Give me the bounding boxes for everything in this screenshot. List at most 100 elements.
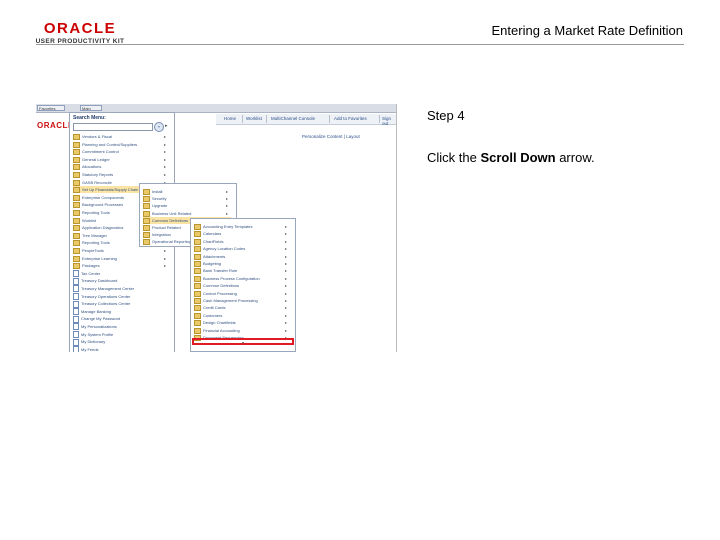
menu-item[interactable]: Statutory Reports — [73, 171, 169, 178]
menu-item-label: Business Unit Related — [152, 210, 192, 216]
menu-item[interactable]: PeopleTools — [73, 247, 169, 254]
favorites-menu-button[interactable]: Favorites — [37, 105, 65, 111]
menu-item[interactable]: Allocations — [73, 163, 169, 171]
scroll-down-arrow-icon[interactable]: ▾ — [242, 340, 244, 345]
home-link[interactable]: Home — [224, 116, 236, 121]
menu-item[interactable]: General Ledger — [73, 156, 169, 163]
sign-out-link[interactable]: Sign out — [382, 116, 396, 126]
folder-icon — [73, 164, 80, 171]
menu-item-label: General Ledger — [82, 156, 110, 162]
menu-item[interactable]: Cash Management Processing — [194, 297, 290, 304]
menu-item[interactable]: Bank Transfer Rule — [194, 267, 290, 275]
menu-item[interactable]: My Dictionary — [73, 338, 169, 346]
instruction-target: Scroll Down — [480, 150, 556, 165]
submenu-arrow-icon: ▸ — [285, 253, 288, 259]
folder-icon — [73, 232, 80, 239]
menu-item[interactable]: My Personalizations — [73, 323, 169, 331]
folder-icon — [194, 283, 201, 290]
menu-item[interactable]: Business Unit Related — [143, 210, 231, 217]
menu-item-label: My Dictionary — [81, 339, 106, 345]
menu-item[interactable]: Planning and Control/Suppliers — [73, 141, 169, 148]
menu-item-label: Budgeting — [203, 261, 222, 266]
menu-item-label: Accounting Entry Templates — [203, 224, 253, 229]
search-menu-input[interactable] — [73, 123, 153, 131]
menu-item[interactable]: Vendors & Fiscal — [73, 133, 169, 140]
submenu-arrow-icon: ▸ — [226, 189, 229, 194]
menu-item[interactable]: Upgrade — [143, 202, 231, 210]
menu-item[interactable]: Customers — [194, 312, 290, 319]
folder-icon — [194, 260, 201, 267]
folder-icon — [73, 255, 80, 262]
multichannel-console-link[interactable]: MultiChannel Console — [271, 116, 315, 121]
menu-item[interactable]: Financial Accounting — [194, 327, 290, 334]
folder-icon — [73, 187, 80, 194]
menu-item-label: Allocations — [82, 164, 102, 170]
menu-item[interactable]: Design Chartfields — [194, 319, 290, 327]
folder-icon — [73, 179, 80, 186]
menu-item[interactable]: Commitment Control — [73, 148, 169, 156]
search-options-icon[interactable]: ▸ — [165, 123, 168, 129]
add-to-favorites-link[interactable]: Add to Favorites — [334, 116, 367, 121]
menu-item-label: Treasury Management Center — [81, 286, 135, 291]
menu-item[interactable]: Enterprise Learning — [73, 255, 169, 262]
folder-icon — [194, 246, 201, 253]
menu-item-label: Control Processing — [203, 290, 237, 296]
submenu-arrow-icon: ▸ — [164, 248, 167, 253]
submenu-arrow-icon: ▸ — [285, 261, 288, 266]
menu-item-label: Commitment Control — [82, 149, 119, 155]
menu-item[interactable]: Credit Cards — [194, 304, 290, 312]
menu-item[interactable]: Packages — [73, 262, 169, 270]
menu-item-label: Tax Center — [81, 270, 101, 276]
menu-item-label: Enterprise Learning — [82, 255, 117, 261]
folder-icon — [143, 188, 150, 195]
search-go-button[interactable]: » — [154, 122, 164, 132]
folder-icon — [73, 247, 80, 254]
menu-item[interactable]: Business Process Configuration — [194, 275, 290, 282]
folder-icon — [194, 305, 201, 312]
submenu-arrow-icon: ▸ — [164, 263, 167, 269]
folder-icon — [73, 156, 80, 163]
menu-item-label: Upgrade — [152, 203, 168, 209]
menu-item[interactable]: Change My Password — [73, 315, 169, 323]
personalize-content-link[interactable]: Personalize Content | Layout — [302, 134, 360, 139]
menu-item-label: Treasury Collections Center — [81, 301, 131, 307]
menu-item[interactable]: Security — [143, 195, 231, 203]
menu-item[interactable]: Treasury Collections Center — [73, 300, 169, 308]
menu-item-label: My Feeds — [81, 346, 99, 352]
page-icon — [73, 346, 79, 352]
menu-item[interactable]: Treasury Management Center — [73, 285, 169, 293]
menu-item[interactable]: Control Processing — [194, 290, 290, 297]
menu-item[interactable]: Treasury Dashboard — [73, 277, 169, 285]
menu-item[interactable]: Calendars — [194, 230, 290, 238]
menu-item[interactable]: Common Definitions — [194, 282, 290, 290]
folder-icon — [194, 290, 201, 297]
menu-item[interactable]: Tax Center — [73, 270, 169, 278]
menu-item-label: PeopleTools — [82, 248, 104, 253]
main-menu-button[interactable]: Main Menu — [80, 105, 102, 117]
menu-item-label: Change My Password — [81, 316, 121, 322]
menu-item[interactable]: Budgeting — [194, 260, 290, 267]
menu-item[interactable]: My Feeds — [73, 346, 169, 352]
folder-icon — [143, 203, 150, 210]
submenu-arrow-icon: ▸ — [285, 224, 288, 229]
submenu-arrow-icon: ▸ — [164, 164, 167, 170]
folder-icon — [143, 210, 150, 217]
menu-item-label: Operational Reporting — [152, 239, 192, 245]
menu-item-label: Financial Accounting — [203, 327, 240, 333]
worklist-link[interactable]: Worklist — [246, 116, 262, 121]
folder-icon — [73, 149, 80, 156]
menu-item[interactable]: Attachments — [194, 253, 290, 260]
menu-item[interactable]: Agency Location Codes — [194, 245, 290, 253]
menu-item-label: Cash Management Processing — [203, 298, 258, 303]
menu-item[interactable]: Accounting Entry Templates — [194, 223, 290, 230]
submenu-arrow-icon: ▸ — [285, 327, 288, 333]
submenu-arrow-icon: ▸ — [285, 305, 288, 311]
folder-icon — [143, 224, 150, 231]
menu-item[interactable]: Manage Banking — [73, 308, 169, 316]
app-screenshot: Favorites Main Menu ORACLE Home Worklist… — [36, 104, 397, 352]
menu-item[interactable]: ChartFields — [194, 238, 290, 245]
menu-item[interactable]: My System Profile — [73, 331, 169, 339]
menu-item[interactable]: Treasury Operations Center — [73, 293, 169, 301]
link-separator — [329, 115, 330, 123]
menu-item[interactable]: Install — [143, 188, 231, 195]
